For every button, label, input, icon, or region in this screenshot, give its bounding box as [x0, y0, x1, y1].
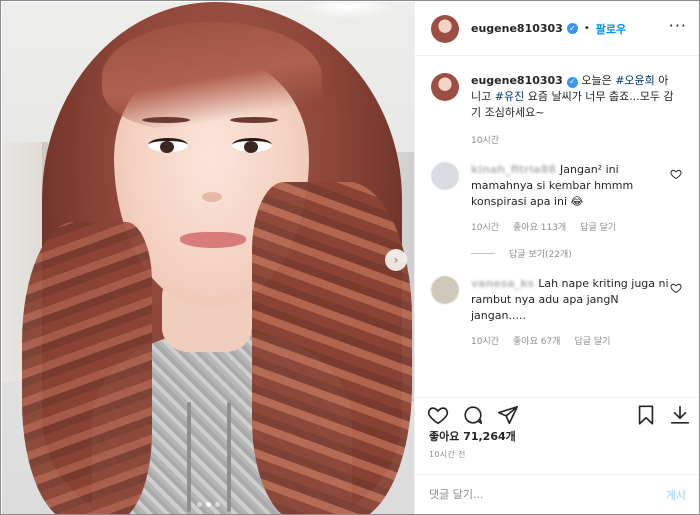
header-username[interactable]: eugene810303 [471, 22, 563, 35]
post-photo[interactable]: › [2, 2, 414, 514]
hashtag-link[interactable]: #오윤희 [615, 74, 655, 87]
caption-timestamp[interactable]: 10시간 [471, 133, 699, 146]
comment-username[interactable]: kinah_fitria88 [471, 162, 556, 178]
share-icon[interactable] [497, 404, 519, 426]
reply-button[interactable]: 답글 달기 [580, 220, 616, 233]
next-image-button[interactable]: › [385, 249, 407, 271]
action-bar [415, 397, 699, 426]
right-eye [232, 138, 272, 153]
comment-icon[interactable] [462, 404, 484, 426]
chevron-right-icon: › [393, 253, 399, 267]
verified-badge-icon: ✓ [566, 23, 578, 34]
comment-likes[interactable]: 좋아요 113개 [513, 220, 566, 233]
follow-button[interactable]: 팔로우 [596, 21, 626, 37]
reply-button[interactable]: 답글 달기 [574, 334, 610, 347]
likes-count[interactable]: 좋아요 71,264개 [429, 428, 516, 444]
post-comment-button[interactable]: 게시 [666, 487, 686, 503]
comment-meta: 10시간 좋아요 67개 답글 달기 [471, 334, 699, 347]
heart-icon[interactable] [670, 282, 682, 294]
verified-badge-icon: ✓ [566, 76, 578, 88]
comment-time[interactable]: 10시간 [471, 220, 499, 233]
heart-icon[interactable] [427, 404, 449, 426]
instagram-post-window: › eugene810303 ✓ • 팔로우 ··· eugene810303 ✓… [0, 0, 700, 515]
add-comment-bar: 게시 [415, 474, 699, 514]
comment-input[interactable] [429, 488, 666, 501]
ceiling-light [302, 2, 392, 18]
comment-item: kinah_fitria88 Jangan² ini mamahnya si ke… [415, 146, 699, 210]
post-timestamp[interactable]: 10시간 전 [429, 449, 466, 460]
left-eye [148, 138, 188, 153]
more-options-icon[interactable]: ··· [669, 16, 687, 35]
comment-likes[interactable]: 좋아요 67개 [513, 334, 560, 347]
comment-item: vanesa_ks Lah nape kriting juga ni rambut… [415, 260, 699, 324]
carousel-dot-active [206, 502, 211, 507]
post-header: eugene810303 ✓ • 팔로우 ··· [415, 2, 699, 56]
lips [180, 232, 246, 248]
avatar[interactable] [431, 14, 459, 43]
comment-username[interactable]: vanesa_ks [471, 276, 534, 292]
bookmark-icon[interactable] [635, 404, 657, 426]
comments-scroll-area[interactable]: eugene810303 ✓ 오늘은 #오윤희 아니고 #유진 요즘 날씨가 너무… [415, 57, 699, 387]
caption-avatar[interactable] [431, 73, 459, 101]
carousel-dot [215, 502, 220, 507]
comment-time[interactable]: 10시간 [471, 334, 499, 347]
comment-avatar[interactable] [431, 276, 459, 304]
hashtag-link[interactable]: #유진 [495, 90, 524, 103]
download-icon[interactable] [669, 404, 691, 426]
caption: eugene810303 ✓ 오늘은 #오윤희 아니고 #유진 요즘 날씨가 너무… [415, 57, 699, 121]
comment-meta: 10시간 좋아요 113개 답글 달기 [471, 220, 699, 233]
caption-username[interactable]: eugene810303 [471, 74, 563, 87]
separator-dot: • [583, 23, 590, 34]
heart-icon[interactable] [670, 168, 682, 180]
post-details-panel: eugene810303 ✓ • 팔로우 ··· eugene810303 ✓ 오… [414, 2, 699, 514]
carousel-dots [197, 502, 220, 507]
comment-avatar[interactable] [431, 162, 459, 190]
view-replies-button[interactable]: 답글 보기(22개) [471, 247, 699, 260]
carousel-dot [197, 502, 202, 507]
